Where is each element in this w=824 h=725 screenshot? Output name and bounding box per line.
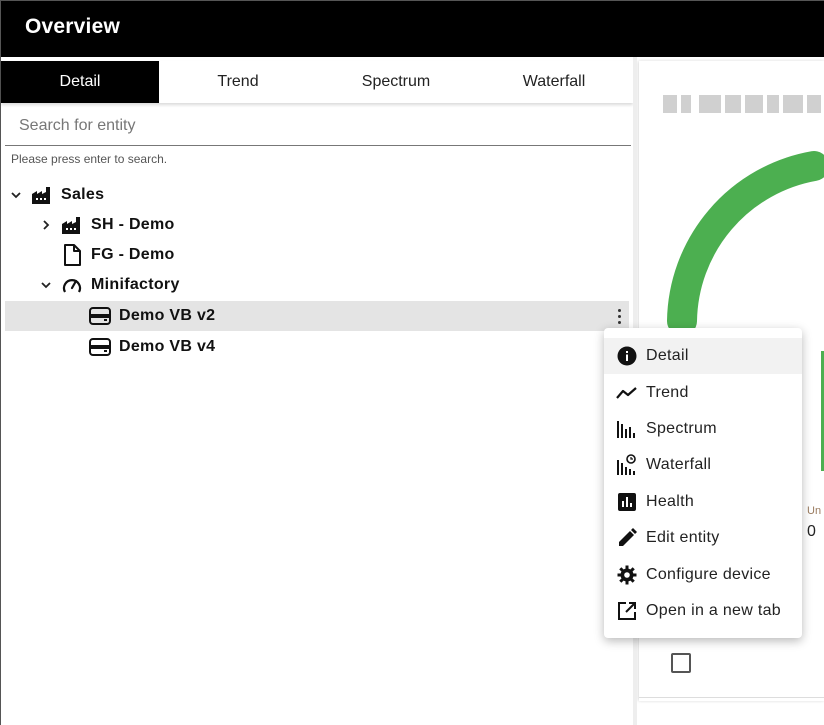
page-title: Overview xyxy=(25,15,120,38)
chevron-down-icon[interactable] xyxy=(39,278,53,292)
tab-trend[interactable]: Trend xyxy=(159,61,317,103)
info-icon xyxy=(616,345,638,367)
tree-item-demo-vb-v4[interactable]: Demo VB v4 xyxy=(89,332,609,362)
tree-item-label: Demo VB v2 xyxy=(119,307,216,324)
chevron-down-icon[interactable] xyxy=(9,188,23,202)
app-header: Overview xyxy=(1,1,824,57)
tree-item-label: SH - Demo xyxy=(91,216,175,233)
menu-item-waterfall[interactable]: Waterfall xyxy=(604,447,802,483)
tree-item-label: Sales xyxy=(61,186,105,203)
menu-item-detail[interactable]: Detail xyxy=(604,338,802,375)
gauge-arc xyxy=(667,151,824,336)
menu-item-health[interactable]: Health xyxy=(604,484,802,520)
tree-item-minifactory[interactable]: Minifactory xyxy=(39,270,609,300)
spectrum-icon xyxy=(616,418,638,440)
more-options-icon[interactable] xyxy=(615,307,623,325)
tree-item-label: Minifactory xyxy=(91,276,180,293)
gear-icon xyxy=(616,564,638,586)
divider xyxy=(639,697,824,698)
gauge-icon xyxy=(61,274,83,296)
search-input[interactable] xyxy=(19,115,609,137)
menu-item-edit-entity[interactable]: Edit entity xyxy=(604,520,802,556)
search-box xyxy=(5,107,631,146)
menu-item-spectrum[interactable]: Spectrum xyxy=(604,411,802,447)
factory-icon xyxy=(61,214,83,236)
tree-item-sales[interactable]: Sales xyxy=(9,180,609,210)
menu-item-configure-device[interactable]: Configure device xyxy=(604,556,802,592)
tree-item-fg-demo[interactable]: FG - Demo xyxy=(61,240,609,270)
tree-item-sh-demo[interactable]: SH - Demo xyxy=(39,210,609,240)
factory-icon xyxy=(31,184,53,206)
tree-item-label: FG - Demo xyxy=(91,246,175,263)
checkbox[interactable] xyxy=(671,653,691,673)
view-tabs: Detail Trend Spectrum Waterfall xyxy=(1,61,633,103)
value-label: 0 xyxy=(807,523,816,540)
tab-spectrum[interactable]: Spectrum xyxy=(317,61,475,103)
entity-panel: Detail Trend Spectrum Waterfall Please p… xyxy=(1,57,633,725)
context-menu: Detail Trend Spectrum Waterfall Health E… xyxy=(604,328,802,638)
tab-detail[interactable]: Detail xyxy=(1,61,159,103)
health-icon xyxy=(616,491,638,513)
document-icon xyxy=(61,244,83,266)
tab-waterfall[interactable]: Waterfall xyxy=(475,61,633,103)
trend-icon xyxy=(616,382,638,404)
edit-icon xyxy=(616,527,638,549)
menu-item-trend[interactable]: Trend xyxy=(604,374,802,410)
search-hint: Please press enter to search. xyxy=(11,152,168,166)
waterfall-icon xyxy=(616,454,638,476)
tree-item-label: Demo VB v4 xyxy=(119,338,216,355)
device-icon xyxy=(89,336,111,358)
menu-item-open-new-tab[interactable]: Open in a new tab xyxy=(604,593,802,629)
chevron-right-icon[interactable] xyxy=(39,218,53,232)
open-new-tab-icon xyxy=(616,600,638,622)
tree-item-demo-vb-v2[interactable]: Demo VB v2 xyxy=(5,301,629,331)
unit-label: Un xyxy=(807,505,822,517)
device-icon xyxy=(89,305,111,327)
